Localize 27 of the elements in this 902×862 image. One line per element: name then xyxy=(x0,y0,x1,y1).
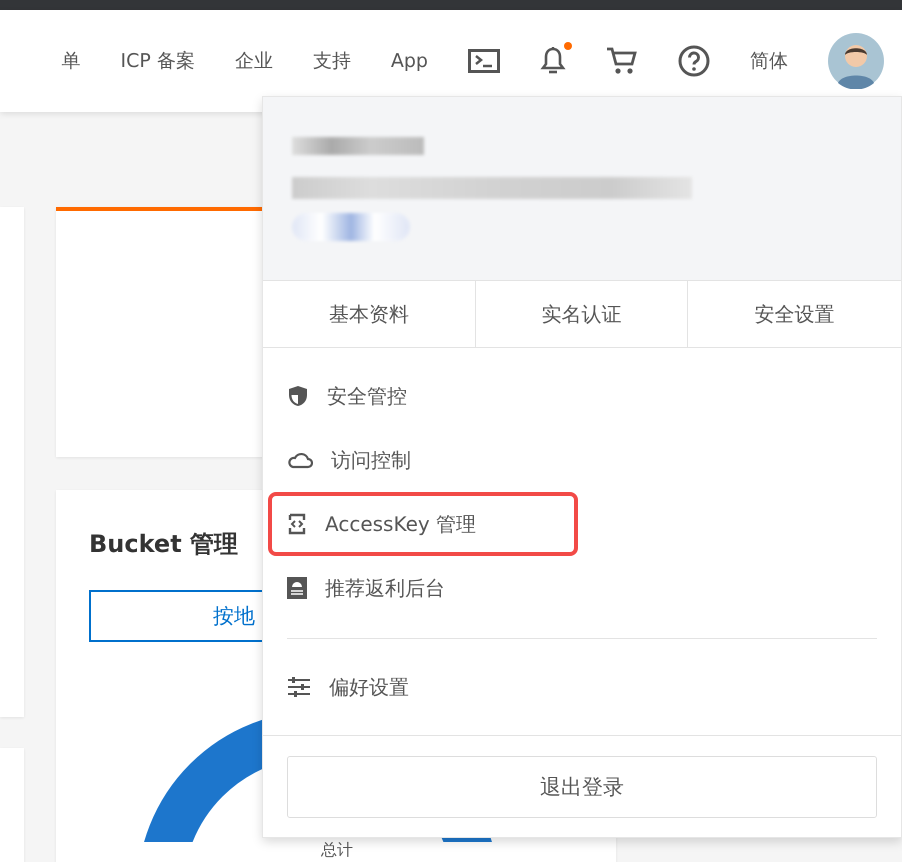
menu-item[interactable]: 访问控制 xyxy=(287,446,411,474)
help-icon[interactable] xyxy=(678,45,710,77)
menu-item[interactable]: 偏好设置 xyxy=(287,674,409,700)
brackets-icon xyxy=(287,513,307,535)
donut-center-label: 总计 xyxy=(321,840,353,861)
avatar-icon[interactable] xyxy=(828,33,884,89)
logout-button[interactable]: 退出登录 xyxy=(287,756,877,818)
document-icon xyxy=(287,577,307,599)
language-link[interactable]: 简体 xyxy=(750,48,788,74)
account-tab[interactable]: 实名认证 xyxy=(476,281,688,347)
account-tab[interactable]: 安全设置 xyxy=(688,281,901,347)
terminal-icon[interactable] xyxy=(468,49,500,73)
nav-link[interactable]: App xyxy=(390,50,428,72)
cloud-icon xyxy=(287,450,313,470)
account-tab[interactable]: 基本资料 xyxy=(263,281,476,347)
bell-icon[interactable] xyxy=(540,46,566,76)
shield-icon xyxy=(287,385,309,407)
sliders-icon xyxy=(287,676,311,698)
nav-link[interactable]: 企业 xyxy=(234,48,273,74)
nav-link[interactable]: 单 xyxy=(62,48,80,74)
cart-icon[interactable] xyxy=(606,46,638,76)
menu-item[interactable]: 安全管控 xyxy=(287,382,407,410)
nav-link[interactable]: ICP 备案 xyxy=(120,48,195,74)
menu-item[interactable]: 推荐返利后台 xyxy=(287,574,445,602)
menu-item[interactable]: AccessKey 管理 xyxy=(287,510,476,538)
card-title: Bucket 管理 xyxy=(89,529,240,560)
nav-link[interactable]: 支持 xyxy=(312,48,351,74)
